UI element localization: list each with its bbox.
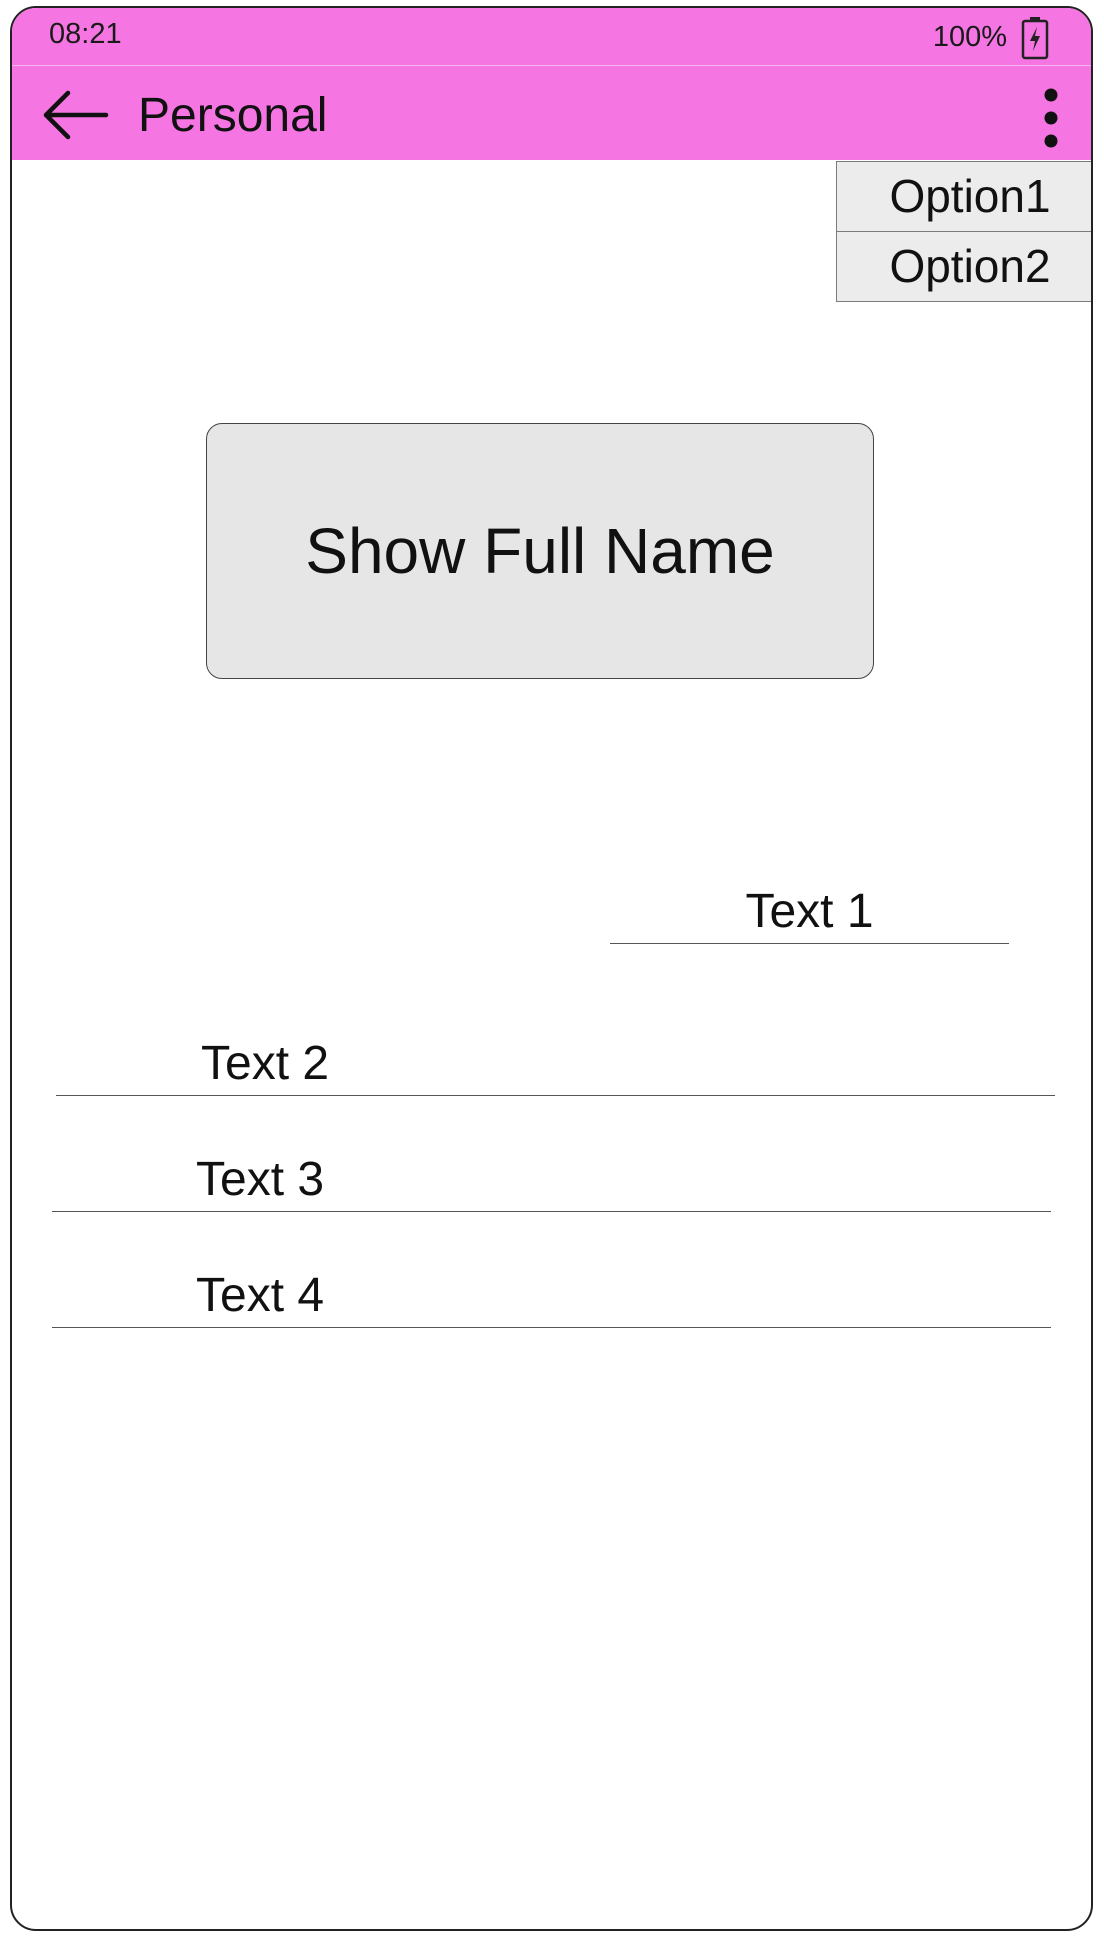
app-bar: Personal (12, 66, 1091, 160)
text-field-4[interactable]: Text 4 (52, 1268, 1051, 1328)
text-field-2[interactable]: Text 2 (56, 1036, 1055, 1096)
menu-item-option1[interactable]: Option1 (837, 162, 1091, 232)
page-title: Personal (138, 89, 328, 142)
more-vertical-icon[interactable] (1033, 88, 1069, 148)
status-bar: 08:21 100% (12, 8, 1091, 66)
menu-item-option2[interactable]: Option2 (837, 232, 1091, 301)
battery-percentage: 100% (932, 21, 1007, 53)
text-field-1[interactable]: Text 1 (610, 884, 1009, 944)
status-time: 08:21 (49, 18, 122, 50)
text-field-3[interactable]: Text 3 (52, 1152, 1051, 1212)
show-full-name-button[interactable]: Show Full Name (206, 423, 874, 679)
phone-frame: 08:21 100% Personal Option1 Option2 Show… (10, 6, 1093, 1931)
overflow-menu: Option1 Option2 (836, 161, 1091, 302)
battery-charging-icon (1021, 16, 1049, 60)
arrow-back-icon[interactable] (40, 88, 112, 142)
